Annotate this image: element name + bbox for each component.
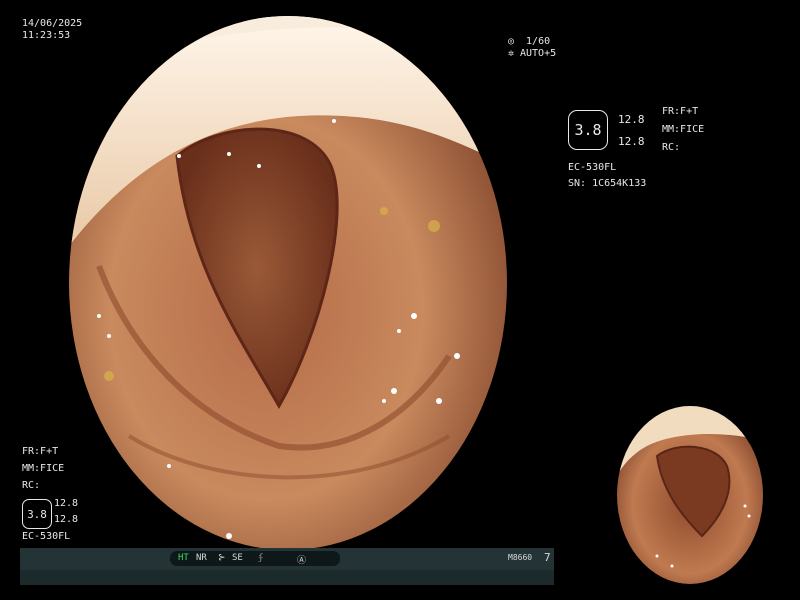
endoscope-main-view (69, 16, 507, 550)
scope-model-left: EC-530FL (22, 531, 71, 542)
bottom-status-bar: HT NR ⊱ SE ʄ Ⓐ M8660 7 (20, 548, 554, 585)
shutter-icon: ◎ (508, 36, 515, 47)
value-top-left: 12.8 (54, 498, 79, 509)
value-top: 12.8 (618, 113, 645, 126)
hex-indicator-left: 3.8 (22, 499, 52, 529)
machine-code: M8660 (508, 553, 533, 562)
date-label: 14/06/2025 (22, 18, 83, 29)
hex-indicator: 3.8 (568, 110, 608, 150)
scope-serial: SN: 1C654K133 (568, 178, 647, 189)
datetime: 14/06/2025 11:23:53 (22, 18, 82, 42)
mm-label-left: MM:FICE (22, 463, 65, 474)
time-label: 11:23:53 (22, 30, 71, 41)
fr-label: FR:F+T (662, 106, 699, 117)
scope-model: EC-530FL (568, 162, 617, 173)
shutter-info: ◎ 1/60 ✲ AUTO+5 (508, 36, 556, 60)
value-bottom: 12.8 (618, 135, 645, 148)
shutter-speed: 1/60 (526, 36, 551, 47)
se-icon: ⊱ (218, 553, 226, 563)
frame-number: 7 (544, 551, 551, 564)
se-indicator[interactable]: SE (232, 553, 243, 563)
pip-view[interactable] (617, 406, 763, 584)
hex-value-left: 3.8 (27, 507, 47, 521)
fluid-icon: ʄ (258, 553, 264, 563)
hex-value: 3.8 (574, 121, 602, 139)
mm-label: MM:FICE (662, 124, 705, 135)
value-bottom-left: 12.8 (54, 514, 79, 525)
gear-circle-icon: Ⓐ (297, 556, 307, 566)
fr-label-left: FR:F+T (22, 446, 59, 457)
auto-exposure: AUTO+5 (520, 48, 557, 59)
iris-icon: ✲ (508, 48, 515, 59)
ht-indicator[interactable]: HT (178, 553, 189, 563)
rc-label: RC: (662, 142, 681, 153)
rc-label-left: RC: (22, 480, 41, 491)
nr-indicator[interactable]: NR (196, 553, 207, 563)
